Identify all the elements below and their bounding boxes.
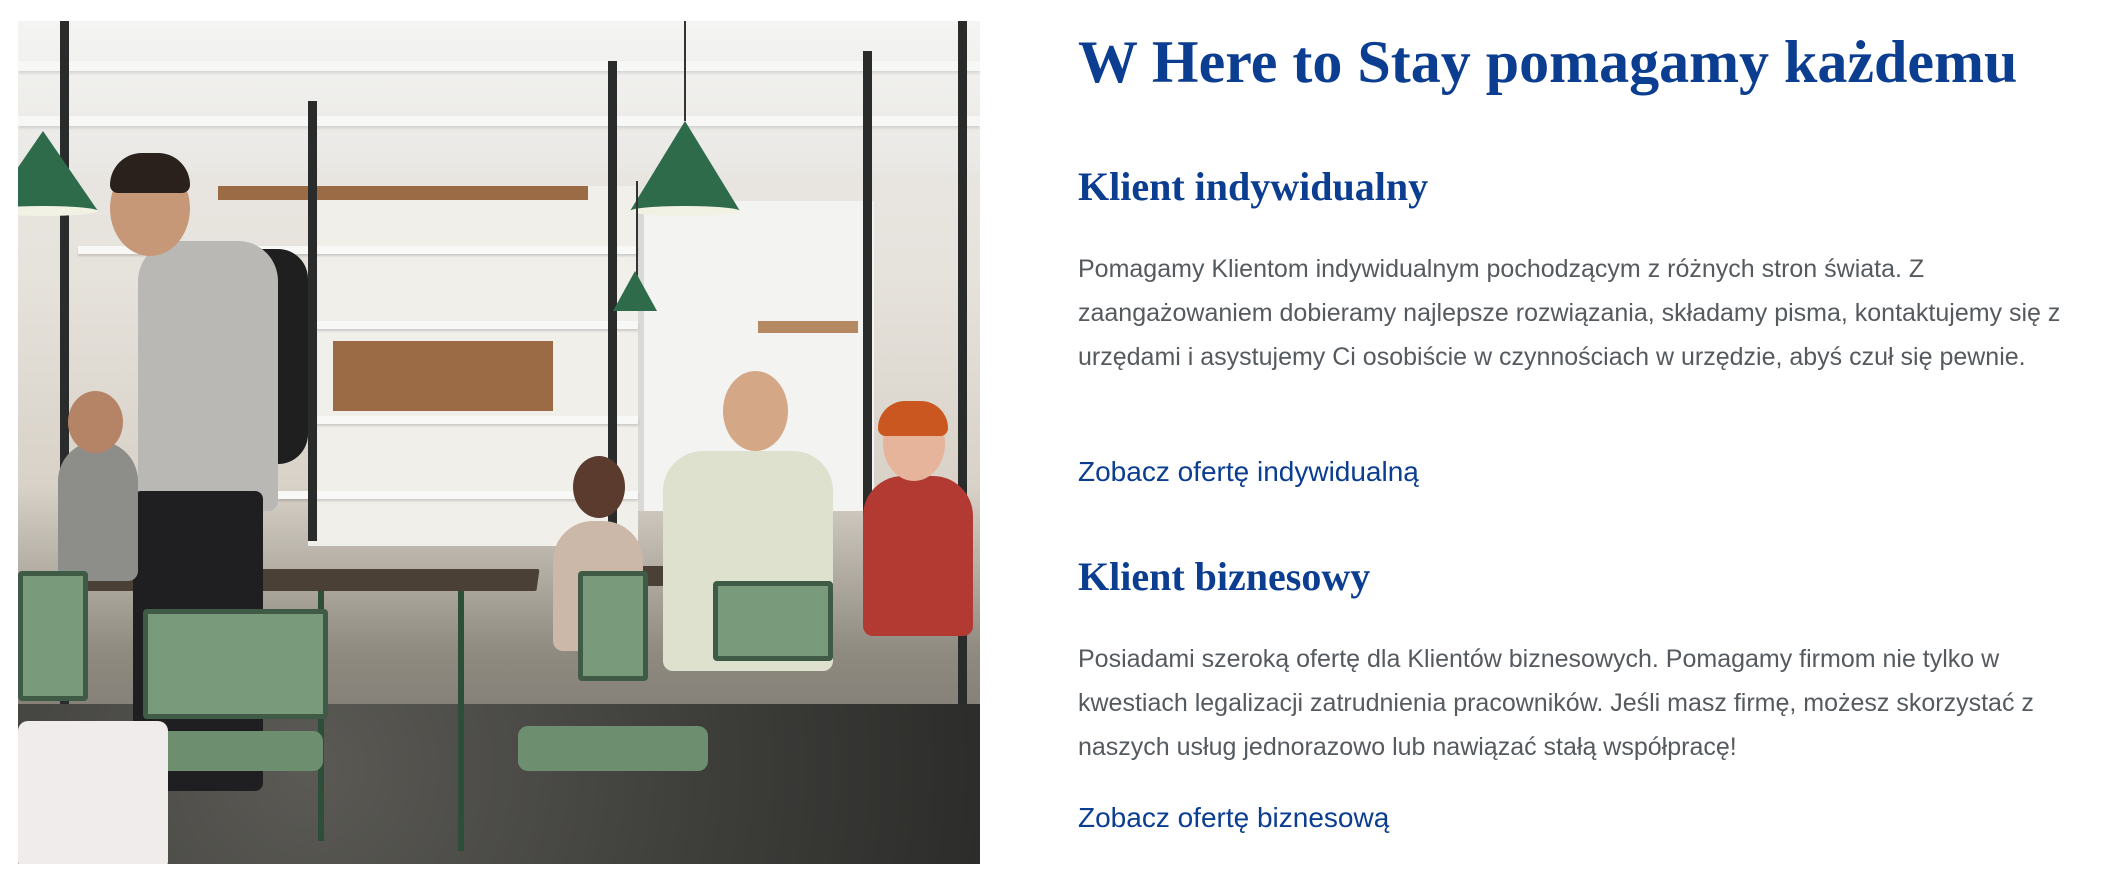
photo-lamp-rim <box>18 206 98 216</box>
photo-wood-beam <box>758 321 858 333</box>
photo-person-head <box>723 371 788 451</box>
photo-chair <box>713 581 833 661</box>
section-title-individual: Klient indywidualny <box>1078 164 1429 209</box>
photo-lamp <box>613 271 657 311</box>
photo-lamp <box>630 121 740 211</box>
photo-ceiling-beam <box>18 116 980 126</box>
photo-chair <box>143 609 328 719</box>
photo-person-hair <box>878 401 948 436</box>
section-title-business: Klient biznesowy <box>1078 554 1371 599</box>
cafe-photo <box>18 21 980 864</box>
section-text-business: Posiadami szeroką ofertę dla Klientów bi… <box>1078 645 2034 761</box>
photo-white-bag <box>18 721 168 864</box>
photo-lamp-cord <box>684 21 686 121</box>
photo-lamp-cord <box>636 181 638 276</box>
photo-chair <box>578 571 648 681</box>
photo-person-shirt <box>863 476 973 636</box>
photo-pole <box>308 101 317 541</box>
photo-lamp <box>18 131 98 211</box>
photo-table-leg <box>458 591 464 851</box>
section-text-individual: Pomagamy Klientom indywidualnym pochodzą… <box>1078 255 2061 371</box>
page: W Here to Stay pomagamy każdemu Klient i… <box>0 0 2121 871</box>
photo-shelf <box>308 416 638 424</box>
photo-person-head <box>573 456 625 518</box>
photo-ceiling-beam <box>18 61 980 71</box>
photo-chair-seat <box>518 726 708 771</box>
individual-offer-link[interactable]: Zobacz ofertę indywidualną <box>1078 454 1419 490</box>
photo-wood-shelf <box>333 341 553 411</box>
photo-person-shirt <box>138 241 278 511</box>
photo-person-head <box>68 391 123 453</box>
photo-shelf <box>308 321 638 329</box>
photo-ceiling <box>18 21 980 171</box>
photo-chair <box>18 571 88 701</box>
business-offer-link[interactable]: Zobacz ofertę biznesową <box>1078 800 1389 836</box>
page-title: W Here to Stay pomagamy każdemu <box>1078 29 2018 95</box>
photo-chair-seat <box>148 731 323 771</box>
photo-person-shirt <box>58 441 138 581</box>
photo-wood-beam <box>218 186 588 200</box>
photo-lamp-rim <box>630 206 740 216</box>
